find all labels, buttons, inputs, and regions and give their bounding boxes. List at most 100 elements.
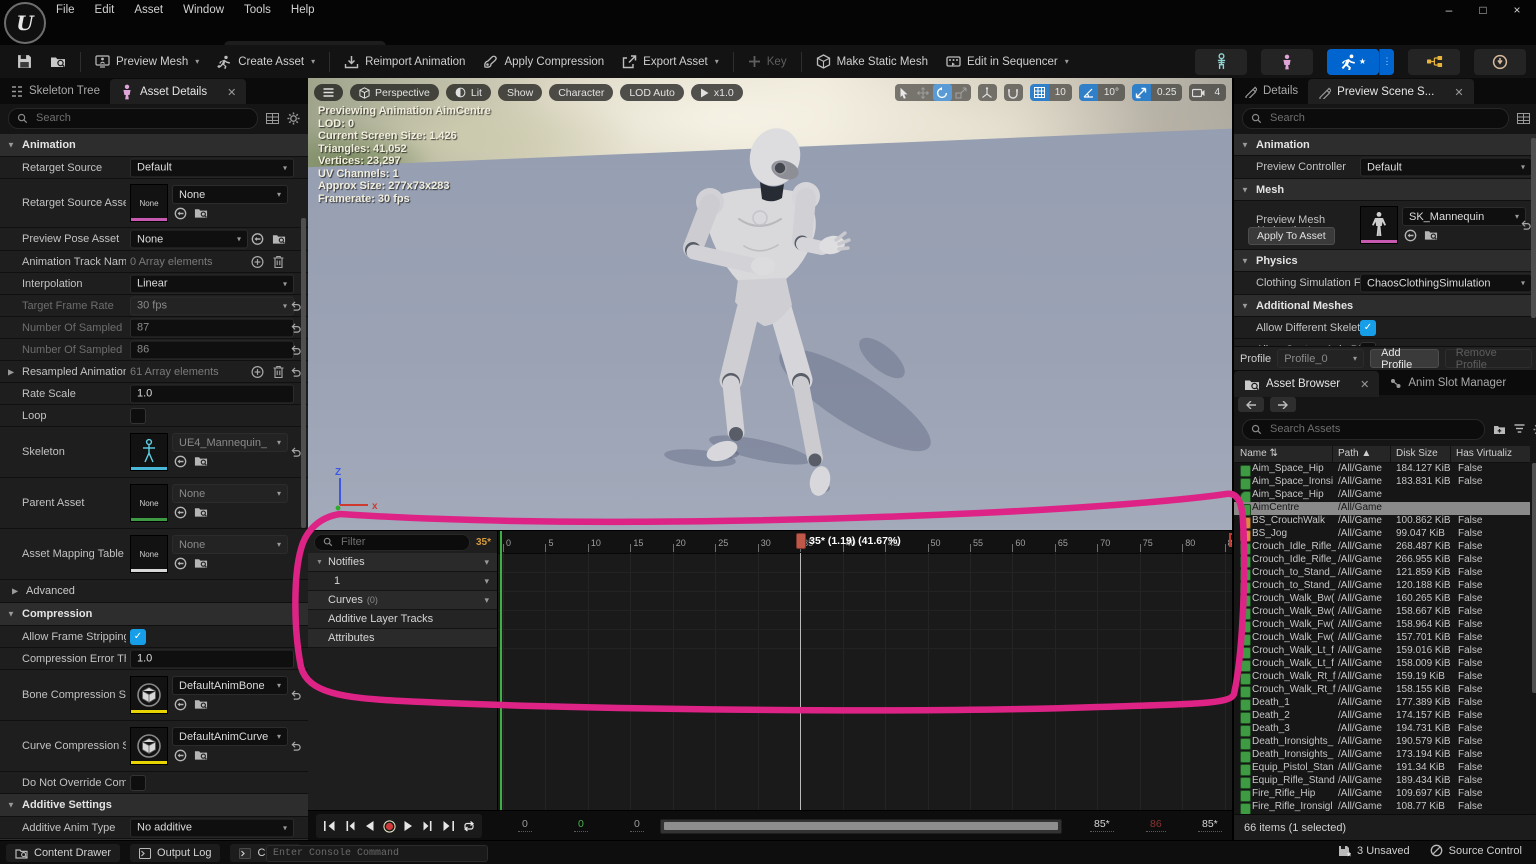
track-notifies[interactable]: ▼Notifies▾ [308, 553, 497, 572]
asset-thumbnail[interactable]: None [130, 184, 168, 222]
browse-button[interactable] [41, 49, 75, 74]
property-row-advanced[interactable]: ▶Advanced [0, 580, 308, 603]
add-icon[interactable] [251, 365, 264, 378]
move-tool-button[interactable] [914, 84, 933, 101]
tab-anim-slot-manager[interactable]: Anim Slot Manager [1379, 370, 1516, 396]
tab-details[interactable]: Details [1234, 78, 1308, 104]
asset-row-crouch-walk-lt-f[interactable]: Crouch_Walk_Lt_f/All/Game159.016 KiBFals… [1234, 645, 1530, 658]
track-curves[interactable]: Curves (0)▾ [308, 591, 497, 610]
console-command-input[interactable] [266, 845, 488, 862]
gear-icon[interactable] [287, 112, 300, 125]
asset-row-crouch-walk-lt-f[interactable]: Crouch_Walk_Lt_f/All/Game158.009 KiBFals… [1234, 658, 1530, 671]
profile-dropdown[interactable]: Profile_0▾ [1277, 349, 1364, 368]
asset-dropdown[interactable]: DefaultAnimCurve▾ [172, 727, 288, 746]
asset-list-scrollbar[interactable] [1532, 463, 1536, 693]
asset-dropdown[interactable]: None▾ [172, 484, 288, 503]
checkbox-allow-frame-stripping[interactable]: ✓ [130, 629, 146, 645]
asset-row-death-1[interactable]: Death_1/All/Game177.389 KiBFalse [1234, 697, 1530, 710]
vp-lod-auto-button[interactable]: LOD Auto [620, 84, 684, 101]
asset-row-fire-rifle-hip[interactable]: Fire_Rifle_Hip/All/Game109.697 KiBFalse [1234, 788, 1530, 801]
close-icon[interactable]: ✕ [227, 86, 236, 99]
chevron-down-icon[interactable]: ▾ [484, 557, 489, 568]
text-field-number-of-sampled-k-[interactable]: 87 [130, 318, 294, 337]
asset-row-crouch-walk-rt-f[interactable]: Crouch_Walk_Rt_f/All/Game158.155 KiBFals… [1234, 684, 1530, 697]
use-icon[interactable] [174, 698, 187, 711]
asset-row-equip-pistol-stan[interactable]: Equip_Pistol_Stan/All/Game191.34 KiBFals… [1234, 762, 1530, 775]
asset-thumbnail[interactable]: None [130, 484, 168, 522]
menu-file[interactable]: File [46, 1, 85, 19]
menu-tools[interactable]: Tools [234, 1, 281, 19]
use-icon[interactable] [174, 749, 187, 762]
asset-row-crouch-walk-bw-[interactable]: Crouch_Walk_Bw(/All/Game158.667 KiBFalse [1234, 606, 1530, 619]
record-button[interactable] [380, 817, 398, 835]
track-1[interactable]: 1▾ [308, 572, 497, 591]
browse2-icon[interactable] [194, 506, 208, 518]
timeline-grid[interactable]: 0510152025303540455055606570758085 35* (… [497, 531, 1232, 811]
expand-arrow-icon[interactable]: ▶ [12, 587, 18, 596]
speed-button[interactable] [1132, 84, 1151, 101]
asset-row-aim-space-ironsi[interactable]: Aim_Space_Ironsi/All/Game183.831 KiBFals… [1234, 476, 1530, 489]
asset-dropdown[interactable]: None▾ [130, 230, 248, 249]
remove-profile-button[interactable]: Remove Profile [1445, 349, 1532, 368]
tab-asset-details[interactable]: Asset Details✕ [110, 79, 246, 105]
vp-show-button[interactable]: Show [498, 84, 542, 101]
property-row-additional-meshes[interactable]: ▼Additional Meshes [1234, 295, 1536, 317]
asset-thumbnail[interactable]: None [130, 535, 168, 573]
angle-snap-value[interactable]: 10° [1098, 84, 1125, 101]
use-icon[interactable] [174, 207, 187, 220]
vp-menu-button[interactable] [314, 84, 343, 101]
checkbox-do-not-override-comp-[interactable] [130, 775, 146, 791]
use-icon[interactable] [174, 455, 187, 468]
dropdown-additive-anim-type[interactable]: No additive▾ [130, 818, 294, 837]
right-scrollbar[interactable] [1531, 138, 1536, 318]
to-end-button[interactable] [440, 817, 458, 835]
edit-in-sequencer-button[interactable]: Edit in Sequencer▾ [937, 49, 1078, 74]
dropdown-retarget-source[interactable]: Default▾ [130, 158, 294, 177]
asset-table-header[interactable]: Name ⇅Path ▲Disk SizeHas Virtualiz [1234, 446, 1530, 463]
asset-row-bs-jog[interactable]: BS_Jog/All/Game99.047 KiBFalse [1234, 528, 1530, 541]
asset-row-crouch-to-stand-[interactable]: Crouch_to_Stand_/All/Game120.188 KiBFals… [1234, 580, 1530, 593]
asset-thumbnail[interactable] [1360, 206, 1398, 244]
asset-row-aim-space-hip[interactable]: Aim_Space_Hip/All/Game184.127 KiBFalse [1234, 463, 1530, 476]
reimport-animation-button[interactable]: Reimport Animation [335, 49, 474, 74]
export-asset-button[interactable]: Export Asset▾ [613, 49, 728, 74]
angle-snap-button[interactable] [1079, 84, 1098, 101]
property-row-additive-settings[interactable]: ▼Additive Settings [0, 794, 308, 817]
preview-mesh-button[interactable]: Preview Mesh▾ [86, 49, 208, 74]
asset-row-crouch-walk-fw-[interactable]: Crouch_Walk_Fw(/All/Game157.701 KiBFalse [1234, 632, 1530, 645]
browse2-icon[interactable] [194, 207, 208, 219]
mesh-mode-button[interactable] [1261, 49, 1313, 75]
grid-snap-button[interactable] [1030, 84, 1049, 101]
asset-row-aim-space-hip[interactable]: Aim_Space_Hip/All/Game [1234, 489, 1530, 502]
step-back-button[interactable] [340, 817, 358, 835]
viewport-canvas[interactable]: Z x PerspectiveLitShowCharacterLOD Autox… [308, 78, 1232, 530]
speed-value[interactable]: 0.25 [1151, 84, 1182, 101]
apply-to-asset-button[interactable]: Apply To Asset [1248, 227, 1335, 245]
playhead-marker[interactable] [796, 533, 806, 549]
camera-button[interactable] [1189, 84, 1208, 101]
menu-window[interactable]: Window [173, 1, 234, 19]
asset-row-fire-rifle-ironsigl[interactable]: Fire_Rifle_Ironsigl/All/Game108.77 KiBFa… [1234, 801, 1530, 814]
add-profile-button[interactable]: Add Profile [1370, 349, 1439, 368]
asset-dropdown[interactable]: DefaultAnimBone▾ [172, 676, 288, 695]
unreal-logo-icon[interactable]: U [4, 2, 46, 44]
left-scrollbar[interactable] [301, 218, 306, 528]
apply-compression-button[interactable]: Apply Compression [474, 49, 613, 74]
forward-button[interactable] [1270, 397, 1296, 412]
collapse-arrow-icon[interactable]: ▼ [1241, 301, 1249, 310]
asset-dropdown[interactable]: UE4_Mannequin_▾ [172, 433, 288, 452]
property-row-animation[interactable]: ▼Animation [1234, 134, 1536, 156]
collapse-arrow-icon[interactable]: ▼ [1241, 140, 1249, 149]
filter-icon[interactable] [1514, 424, 1525, 434]
trash-icon[interactable] [273, 365, 284, 378]
track-additive-layer-tracks[interactable]: Additive Layer Tracks [308, 610, 497, 629]
grid-view-icon[interactable] [1517, 113, 1530, 124]
trash-icon[interactable] [273, 255, 284, 268]
collapse-arrow-icon[interactable]: ▼ [7, 801, 15, 810]
dropdown-clothing-simulation-fact[interactable]: ChaosClothingSimulation▾ [1360, 274, 1532, 293]
use-icon[interactable] [174, 557, 187, 570]
asset-thumbnail[interactable] [130, 676, 168, 714]
animation-mode-button[interactable]: ★ [1327, 49, 1379, 75]
collapse-arrow-icon[interactable]: ▼ [7, 141, 15, 150]
back-button[interactable] [1238, 397, 1264, 412]
